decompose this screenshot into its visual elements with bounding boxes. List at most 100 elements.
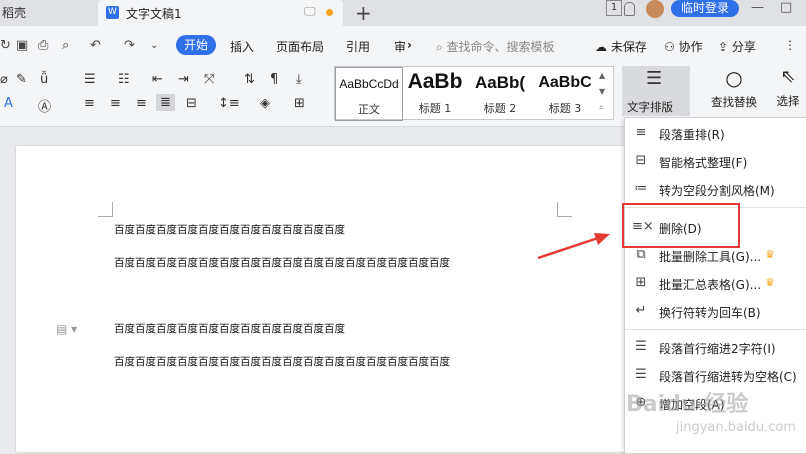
styles-gallery: AaBbCcDd 正文 AaBb 标题 1 AaBb( 标题 2 AaBbC 标… <box>334 66 614 121</box>
line-tools-icon[interactable]: ⤓ <box>296 72 302 87</box>
menu-item-first-line-indent[interactable]: ☰ 段落首行缩进2字符(I) <box>625 335 806 361</box>
baidu-watermark-logo: Baidu 经验 <box>626 392 749 417</box>
align-center-icon[interactable]: ≡ <box>110 96 121 111</box>
doc-line-3[interactable]: 百度百度百度百度百度百度百度百度百度百度百度 <box>114 321 345 336</box>
save-icon[interactable]: ▣ <box>16 38 28 53</box>
increase-indent-icon[interactable]: ⇥ <box>178 72 189 87</box>
print-icon[interactable]: ⎙ <box>38 38 48 53</box>
collaborate-label: 协作 <box>678 40 703 54</box>
style-normal-name: 正文 <box>358 103 380 116</box>
doc-line-1[interactable]: 百度百度百度百度百度百度百度百度百度百度百度 <box>114 222 345 237</box>
menu-item-label: 批量删除工具(G)... <box>659 250 762 264</box>
minimize-icon[interactable]: — <box>751 0 764 15</box>
redo-alt-icon[interactable]: ↻ <box>0 38 11 53</box>
more-options-icon[interactable]: ⋮ <box>784 38 796 52</box>
batch-summary-table-icon: ⊞ <box>635 275 647 290</box>
style-heading-1[interactable]: AaBb 标题 1 <box>403 67 467 119</box>
blank-paragraph-split-icon: ≔ <box>634 181 648 196</box>
find-replace-button[interactable]: ○ 查找替换 <box>704 66 764 110</box>
highlight-eraser-icon[interactable]: ✎ <box>16 72 27 87</box>
font-color-icon[interactable]: A <box>4 96 13 111</box>
style-heading-3-preview: AaBbC <box>538 74 592 91</box>
annotation-arrow <box>537 233 610 260</box>
menu-item-smart-format[interactable]: ⊟ 智能格式整理(F) <box>625 149 806 175</box>
style-heading-1-preview: AaBb <box>407 70 463 93</box>
share-button[interactable]: ⇪ 分享 <box>718 38 756 55</box>
styles-scroll-down-icon[interactable]: ▼ <box>599 87 605 96</box>
tab-insert[interactable]: 插入 <box>230 38 254 55</box>
menu-item-paragraph-reflow[interactable]: ≡ 段落重排(R) <box>625 121 806 147</box>
shading-icon[interactable]: ◈ <box>260 96 270 111</box>
command-search[interactable]: ⌕ 查找命令、搜索模板 <box>436 38 555 55</box>
more-tabs-chevron-icon[interactable]: › <box>407 38 412 52</box>
collaborate-icon: ⚇ <box>664 40 675 54</box>
tab-docer[interactable]: 稻壳 <box>0 0 94 26</box>
window-count-badge[interactable]: 1 <box>606 0 622 16</box>
customize-chevron-icon[interactable]: ⌄ <box>150 40 158 51</box>
undo-icon[interactable]: ↶ <box>90 38 101 53</box>
tab-document[interactable]: W 文字文稿1 🖵 <box>98 0 343 26</box>
bullet-list-icon[interactable]: ☰ <box>84 72 96 87</box>
sort-icon[interactable]: ⇅ <box>244 72 255 87</box>
phonetic-guide-icon[interactable]: ǚ <box>40 72 48 87</box>
doc-line-4[interactable]: 百度百度百度百度百度百度百度百度百度百度百度百度百度百度百度百度 <box>114 354 450 369</box>
distributed-align-icon[interactable]: ⊟ <box>186 96 197 111</box>
baidu-watermark-url: jingyan.baidu.com <box>676 420 796 435</box>
tab-page-layout[interactable]: 页面布局 <box>276 38 324 55</box>
smart-format-icon: ⊟ <box>635 153 647 168</box>
select-button[interactable]: ⇖ 选择 <box>770 66 806 109</box>
menu-bar: ↻ ▣ ⎙ ⌕ ↶ ↷ ⌄ 开始 插入 页面布局 引用 审 › ⌕ 查找命令、搜… <box>0 26 806 64</box>
share-icon: ⇪ <box>718 40 729 54</box>
collaborate-button[interactable]: ⚇ 协作 <box>664 38 703 55</box>
align-right-icon[interactable]: ≡ <box>136 96 147 111</box>
cursor-icon: ⇖ <box>780 66 796 87</box>
command-search-placeholder: 查找命令、搜索模板 <box>446 40 555 54</box>
text-layout-icon: ☰ <box>646 68 663 89</box>
select-label: 选择 <box>776 94 800 108</box>
tab-review[interactable]: 审 <box>394 38 406 55</box>
menu-item-blank-split[interactable]: ≔ 转为空段分割风格(M) <box>625 177 806 203</box>
text-layout-button[interactable]: ☰ 文字排版 <box>622 66 690 116</box>
char-border-icon[interactable]: Ⓐ <box>38 96 51 115</box>
style-heading-3[interactable]: AaBbC 标题 3 <box>533 67 597 119</box>
line-spacing-icon[interactable]: ↕≡ <box>218 96 240 111</box>
tab-references[interactable]: 引用 <box>346 38 370 55</box>
menu-item-linebreak-to-enter[interactable]: ↵ 换行符转为回车(B) <box>625 299 806 325</box>
paragraph-handle-icon[interactable]: ▤ ▾ <box>56 322 77 336</box>
paragraph-reflow-icon: ≡ <box>635 125 647 140</box>
unsaved-button[interactable]: ☁ 未保存 <box>595 38 647 55</box>
style-heading-2-name: 标题 2 <box>483 102 517 115</box>
doc-line-2[interactable]: 百度百度百度百度百度百度百度百度百度百度百度百度百度百度百度百度 <box>114 255 450 270</box>
menu-separator <box>625 329 806 330</box>
tab-docer-label: 稻壳 <box>2 6 27 20</box>
notification-icon[interactable] <box>624 2 635 16</box>
menu-item-label: 智能格式整理(F) <box>659 156 748 170</box>
align-justify-icon[interactable]: ≣ <box>156 94 175 111</box>
decrease-indent-icon[interactable]: ⇤ <box>152 72 163 87</box>
vip-crown-icon: ♛ <box>765 248 775 261</box>
align-left-icon[interactable]: ≡ <box>84 96 95 111</box>
temp-login-button[interactable]: 临时登录 <box>671 0 739 17</box>
print-preview-icon[interactable]: ⌕ <box>62 38 69 53</box>
redo-icon[interactable]: ↷ <box>124 38 135 53</box>
avatar[interactable] <box>646 0 664 18</box>
unsaved-label: 未保存 <box>610 40 647 54</box>
document-page[interactable] <box>16 146 656 452</box>
new-tab-button[interactable]: + <box>355 1 372 25</box>
margin-mark-left <box>98 202 113 217</box>
style-normal[interactable]: AaBbCcDd 正文 <box>335 67 403 121</box>
numbered-list-icon[interactable]: ☷ <box>118 72 130 87</box>
monitor-icon[interactable]: 🖵 <box>304 4 316 19</box>
styles-expand-icon[interactable]: ⩡ <box>599 103 604 113</box>
menu-item-batch-summary[interactable]: ⊞ 批量汇总表格(G)... ♛ <box>625 271 806 297</box>
text-direction-icon[interactable]: ⤧ <box>204 72 214 87</box>
borders-icon[interactable]: ⊞ <box>294 96 305 111</box>
find-replace-label: 查找替换 <box>711 95 757 109</box>
style-heading-2[interactable]: AaBb( 标题 2 <box>468 67 532 119</box>
strikethrough-icon[interactable]: ⌀ <box>0 72 8 87</box>
word-doc-icon: W <box>106 6 119 19</box>
maximize-icon[interactable]: □ <box>780 0 792 15</box>
styles-scroll-up-icon[interactable]: ▲ <box>599 71 605 80</box>
show-marks-icon[interactable]: ¶ <box>270 72 278 87</box>
tab-home[interactable]: 开始 <box>176 35 216 55</box>
